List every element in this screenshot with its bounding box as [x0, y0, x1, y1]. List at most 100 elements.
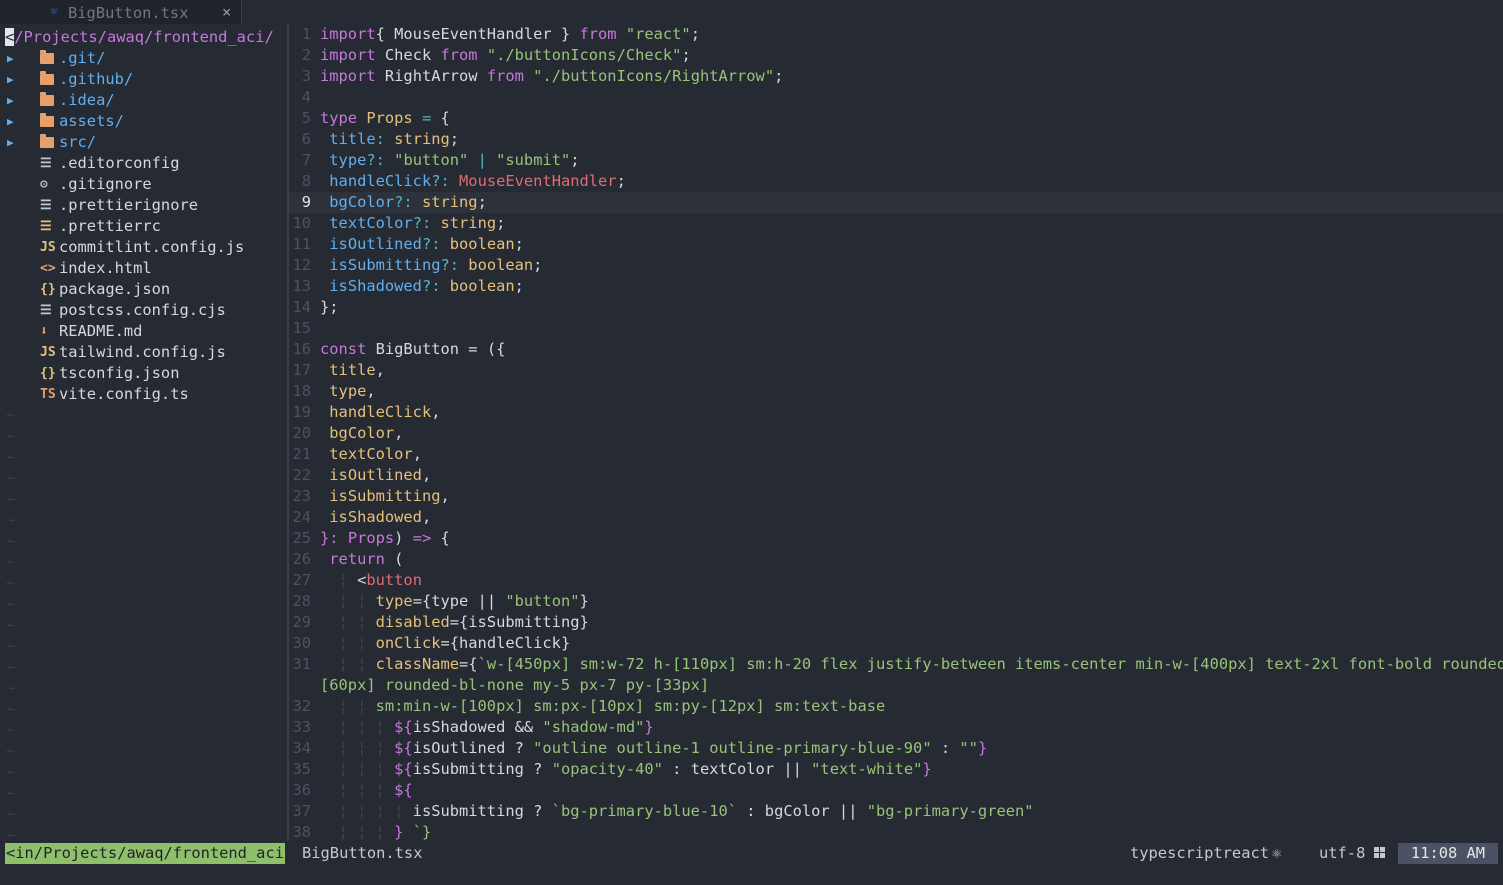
status-filename: BigButton.tsx [302, 844, 423, 862]
folder-icon [40, 90, 58, 113]
line-number: 20 [292, 424, 311, 442]
js-icon: JS [40, 240, 56, 255]
status-encoding: utf-8 [1319, 844, 1366, 862]
react-icon: ⚛ [50, 4, 58, 19]
tab-bigbutton[interactable]: ⚛ BigButton.tsx × [0, 0, 242, 24]
code-line[interactable]: 28 ¦ ¦ type={type || "button"} [289, 591, 1503, 612]
download-icon: ⬇ [40, 324, 48, 339]
file-tree: </Projects/awaq/frontend_aci/ ▶ .git/ ▶ .gi… [0, 24, 287, 844]
code-line[interactable]: 4 [289, 87, 1503, 108]
tree-item-label: src/ [59, 133, 97, 151]
code-line[interactable]: 27 ¦ <button [289, 570, 1503, 591]
line-number: 17 [292, 361, 311, 379]
empty-line-marker: ~ [6, 637, 16, 655]
folder-icon [40, 48, 58, 71]
code-text: ¦ ¦ disabled={isSubmitting} [320, 613, 589, 631]
code-editor[interactable]: 1 import{ MouseEventHandler } from "react… [289, 24, 1503, 841]
code-line[interactable]: 23 isSubmitting, [289, 486, 1503, 507]
code-line[interactable]: 17 title, [289, 360, 1503, 381]
code-line[interactable]: [60px] rounded-bl-none my-5 px-7 py-[33p… [289, 675, 1503, 696]
code-text: isShadowed?: boolean; [329, 277, 524, 295]
tree-item-label: .gitignore [59, 175, 152, 193]
tree-item-label: postcss.config.cjs [59, 301, 226, 319]
code-line[interactable]: 32 ¦ ¦ sm:min-w-[100px] sm:px-[10px] sm:… [289, 696, 1503, 717]
empty-line-marker: ~ [6, 553, 16, 571]
line-number: 5 [301, 109, 311, 127]
code-line[interactable]: 24 isShadowed, [289, 507, 1503, 528]
code-line[interactable]: 20 bgColor, [289, 423, 1503, 444]
code-line[interactable]: 30 ¦ ¦ onClick={handleClick} [289, 633, 1503, 654]
line-number: 14 [292, 298, 311, 316]
status-line: <in/Projects/awaq/frontend_aci BigButton… [0, 841, 1503, 867]
empty-line-marker: ~ [6, 511, 16, 529]
empty-line-marker: ~ [6, 679, 16, 697]
code-line[interactable]: 37 ¦ ¦ ¦ ¦ isSubmitting ? `bg-primary-bl… [289, 801, 1503, 822]
js-icon: JS [40, 345, 56, 360]
code-line[interactable]: 14}; [289, 297, 1503, 318]
tree-item-label: .git/ [59, 49, 106, 67]
close-icon[interactable]: × [222, 3, 231, 21]
code-line[interactable]: 15 [289, 318, 1503, 339]
code-line[interactable]: 19 handleClick, [289, 402, 1503, 423]
status-filetype: typescriptreact [1130, 844, 1269, 862]
code-line[interactable]: 10 textColor?: string; [289, 213, 1503, 234]
line-number: 25 [292, 529, 311, 547]
expand-arrow-icon[interactable]: ▶ [7, 48, 14, 69]
code-text: bgColor, [329, 424, 404, 442]
line-number: 35 [292, 760, 311, 778]
code-text: handleClick, [329, 403, 441, 421]
code-line[interactable]: 5 type Props = { [289, 108, 1503, 129]
code-line[interactable]: 18 type, [289, 381, 1503, 402]
tree-item-label: commitlint.config.js [59, 238, 245, 256]
tree-item-label: README.md [59, 322, 143, 340]
line-number: 36 [292, 781, 311, 799]
tree-item-label: tailwind.config.js [59, 343, 226, 361]
tree-item-label: assets/ [59, 112, 124, 130]
code-line[interactable]: 35 ¦ ¦ ¦ ${isSubmitting ? "opacity-40" :… [289, 759, 1503, 780]
empty-line-marker: ~ [6, 448, 16, 466]
code-line[interactable]: 2 import Check from "./buttonIcons/Check"… [289, 45, 1503, 66]
json-icon: {} [40, 366, 56, 381]
gear-icon: ⚙ [40, 177, 48, 192]
empty-line-marker: ~ [6, 763, 16, 781]
expand-arrow-icon[interactable]: ▶ [7, 111, 14, 132]
code-line[interactable]: 7 type?: "button" | "submit"; [289, 150, 1503, 171]
code-text: type, [329, 382, 376, 400]
code-line[interactable]: 36 ¦ ¦ ¦ ${ [289, 780, 1503, 801]
code-text: ¦ ¦ type={type || "button"} [320, 592, 589, 610]
code-line[interactable]: 11 isOutlined?: boolean; [289, 234, 1503, 255]
code-line[interactable]: 16 const BigButton = ({ [289, 339, 1503, 360]
code-line[interactable]: 26 return ( [289, 549, 1503, 570]
code-line[interactable]: 6 title: string; [289, 129, 1503, 150]
code-text: title, [329, 361, 385, 379]
line-number: 15 [292, 319, 311, 337]
expand-arrow-icon[interactable]: ▶ [7, 69, 14, 90]
code-line[interactable]: 1 import{ MouseEventHandler } from "react… [289, 24, 1503, 45]
code-line[interactable]: 29 ¦ ¦ disabled={isSubmitting} [289, 612, 1503, 633]
code-line[interactable]: 31 ¦ ¦ className={`w-[450px] sm:w-72 h-[… [289, 654, 1503, 675]
empty-line-marker: ~ [6, 742, 16, 760]
code-line[interactable]: 3 import RightArrow from "./buttonIcons/R… [289, 66, 1503, 87]
code-text: ¦ <button [320, 571, 422, 589]
code-line[interactable]: 8 handleClick?: MouseEventHandler; [289, 171, 1503, 192]
expand-arrow-icon[interactable]: ▶ [7, 90, 14, 111]
code-line[interactable]: 12 isSubmitting?: boolean; [289, 255, 1503, 276]
code-line[interactable]: 9 bgColor?: string; [289, 192, 1503, 213]
line-number: 26 [292, 550, 311, 568]
code-line[interactable]: 38 ¦ ¦ ¦ } `} [289, 822, 1503, 843]
code-line[interactable]: 33 ¦ ¦ ¦ ${isShadowed && "shadow-md"} [289, 717, 1503, 738]
lines-icon: ☰ [40, 219, 52, 234]
expand-arrow-icon[interactable]: ▶ [7, 132, 14, 153]
code-text: isSubmitting, [329, 487, 450, 505]
empty-line-marker: ~ [6, 595, 16, 613]
empty-line-marker: ~ [6, 616, 16, 634]
code-line[interactable]: 25}: Props) => { [289, 528, 1503, 549]
tree-root-path[interactable]: </Projects/awaq/frontend_aci/ [5, 27, 274, 48]
code-line[interactable]: 13 isShadowed?: boolean; [289, 276, 1503, 297]
code-line[interactable]: 22 isOutlined, [289, 465, 1503, 486]
empty-line-marker: ~ [6, 784, 16, 802]
code-line[interactable]: 34 ¦ ¦ ¦ ${isOutlined ? "outline outline… [289, 738, 1503, 759]
code-line[interactable]: 21 textColor, [289, 444, 1503, 465]
status-clock: 11:08 AM [1398, 843, 1498, 864]
empty-line-marker: ~ [6, 427, 16, 445]
